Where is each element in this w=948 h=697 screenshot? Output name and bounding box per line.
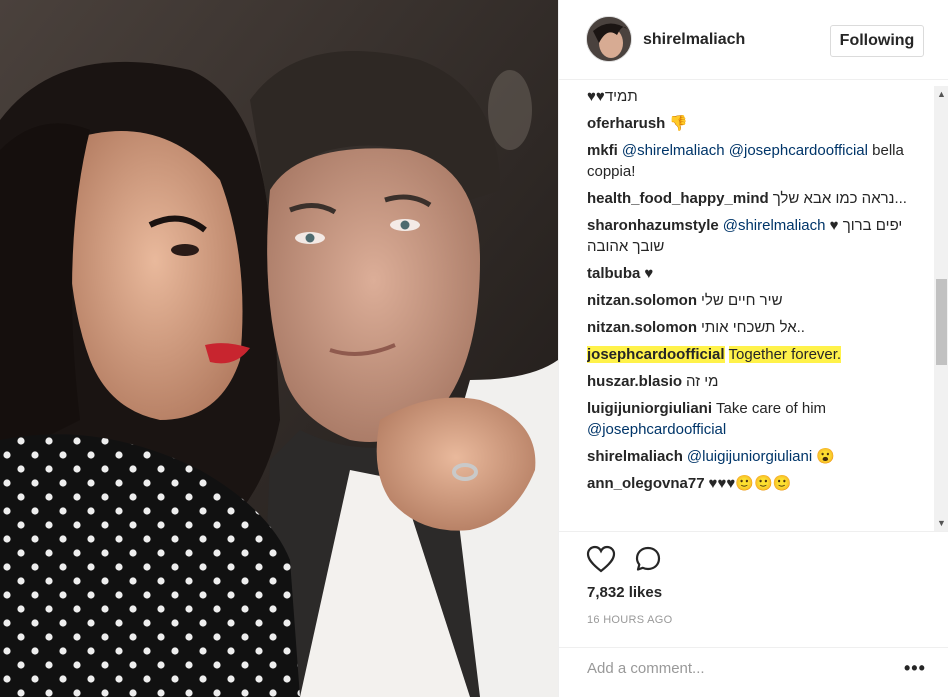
comment-username[interactable]: sharonhazumstyle bbox=[587, 217, 719, 234]
comment-username[interactable]: ann_olegovna77 bbox=[587, 475, 705, 492]
more-options-icon[interactable]: ••• bbox=[904, 658, 926, 679]
comment-item: josephcardoofficial Together forever. bbox=[587, 344, 927, 365]
comment-list: תמיד♥♥ oferharush 👎 mkfi @shirelmaliach @j… bbox=[587, 86, 927, 526]
comment-username[interactable]: talbuba bbox=[587, 265, 640, 282]
post-username[interactable]: shirelmaliach bbox=[643, 31, 745, 49]
add-comment-row: ••• bbox=[559, 647, 948, 697]
comment-item: תמיד♥♥ bbox=[587, 86, 927, 107]
comment-mention[interactable]: @josephcardoofficial bbox=[587, 421, 726, 438]
comment-item: luigijuniorgiuliani Take care of him @jos… bbox=[587, 398, 927, 440]
likes-count[interactable]: 7,832 likes bbox=[587, 584, 662, 601]
avatar-image bbox=[587, 17, 631, 61]
comment-username[interactable]: luigijuniorgiuliani bbox=[587, 400, 712, 417]
comment-item: ann_olegovna77 ♥♥♥🙂🙂🙂 bbox=[587, 473, 927, 494]
couple-selfie-image bbox=[0, 0, 558, 697]
comment-username[interactable]: mkfi bbox=[587, 142, 618, 159]
comment-item: oferharush 👎 bbox=[587, 113, 927, 134]
comment-item: huszar.blasio מי זה bbox=[587, 371, 927, 392]
comment-text: אל תשכחי אותי.. bbox=[701, 319, 805, 336]
post-actions: 7,832 likes 16 HOURS AGO ••• bbox=[559, 531, 948, 697]
comment-mention[interactable]: @shirelmaliach bbox=[622, 142, 725, 159]
scroll-up-arrow-icon[interactable]: ▲ bbox=[934, 86, 948, 102]
comment-text: מי זה bbox=[686, 373, 719, 390]
comment-text: Together forever. bbox=[728, 346, 842, 363]
comment-item: shirelmaliach @luigijuniorgiuliani 😮 bbox=[587, 446, 927, 467]
heart-icon[interactable] bbox=[586, 545, 616, 573]
comment-mention[interactable]: @luigijuniorgiuliani bbox=[687, 448, 812, 465]
comment-username[interactable]: shirelmaliach bbox=[587, 448, 683, 465]
post-header: shirelmaliach Following bbox=[559, 0, 948, 80]
comment-item: sharonhazumstyle @shirelmaliach ♥ יפים בר… bbox=[587, 215, 927, 257]
comment-item: talbuba ♥ bbox=[587, 263, 927, 284]
comment-username[interactable]: josephcardoofficial bbox=[587, 346, 725, 363]
comment-text: 👎 bbox=[669, 115, 689, 132]
comment-text: Take care of him bbox=[716, 400, 827, 417]
post-photo[interactable] bbox=[0, 0, 558, 697]
comment-text: שיר חיים שלי bbox=[701, 292, 783, 309]
comment-text: ♥ bbox=[644, 265, 654, 282]
comment-mention[interactable]: @josephcardoofficial bbox=[729, 142, 868, 159]
comment-text: 😮 bbox=[816, 448, 836, 465]
comment-username[interactable]: oferharush bbox=[587, 115, 665, 132]
comment-username[interactable]: huszar.blasio bbox=[587, 373, 682, 390]
comment-text: תמיד♥♥ bbox=[587, 88, 638, 105]
comment-item: nitzan.solomon אל תשכחי אותי.. bbox=[587, 317, 927, 338]
comment-username[interactable]: nitzan.solomon bbox=[587, 292, 697, 309]
comment-item: mkfi @shirelmaliach @josephcardoofficial … bbox=[587, 140, 927, 182]
scroll-thumb[interactable] bbox=[936, 279, 947, 365]
comment-username[interactable]: nitzan.solomon bbox=[587, 319, 697, 336]
comment-mention[interactable]: @shirelmaliach bbox=[723, 217, 826, 234]
comment-username[interactable]: health_food_happy_mind bbox=[587, 190, 769, 207]
comment-item: nitzan.solomon שיר חיים שלי bbox=[587, 290, 927, 311]
scroll-down-arrow-icon[interactable]: ▼ bbox=[934, 515, 948, 531]
add-comment-input[interactable] bbox=[587, 660, 887, 677]
following-button[interactable]: Following bbox=[830, 25, 924, 57]
comment-text: ♥♥♥🙂🙂🙂 bbox=[708, 475, 792, 492]
comment-bubble-icon[interactable] bbox=[634, 545, 662, 573]
post-timestamp[interactable]: 16 HOURS AGO bbox=[587, 614, 673, 626]
comment-text: נראה כמו אבא שלך... bbox=[772, 190, 907, 207]
avatar[interactable] bbox=[586, 16, 632, 62]
post-side-panel: shirelmaliach Following תמיד♥♥ oferharus… bbox=[558, 0, 948, 697]
comment-item: health_food_happy_mind נראה כמו אבא שלך..… bbox=[587, 188, 927, 209]
comments-scrollbar[interactable]: ▲ ▼ bbox=[934, 86, 948, 531]
